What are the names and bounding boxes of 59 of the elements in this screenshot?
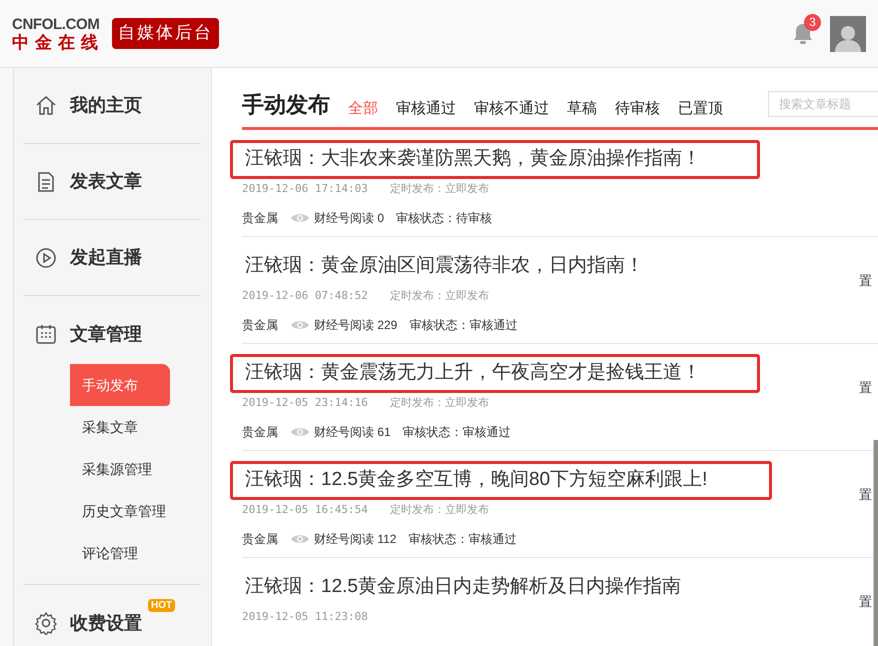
pin-link[interactable]: 置	[859, 487, 872, 503]
review-status: 审核状态：待审核	[396, 210, 492, 227]
highlighted-article-title[interactable]: 汪铱珚：黄金震荡无力上升，午夜高空才是捡钱王道！	[230, 354, 760, 392]
category-label: 贵金属	[242, 210, 278, 227]
sidebar-item[interactable]: 我的主页	[70, 92, 142, 119]
sidebar-home-icon	[34, 94, 58, 118]
review-status: 审核状态：审核通过	[408, 531, 516, 548]
notification-count: 3	[804, 14, 821, 30]
publish-time: 2019-12-06 17:14:03	[242, 180, 368, 196]
article-title[interactable]: 汪铱珚：12.5黄金原油日内走势解析及日内操作指南	[230, 568, 696, 606]
article-title[interactable]: 汪铱珚：黄金原油区间震荡待非农，日内指南！	[230, 247, 659, 286]
publish-time: 2019-12-05 23:14:16	[242, 394, 368, 410]
avatar[interactable]	[830, 16, 866, 52]
read-count: 财经号阅读 0	[314, 210, 384, 227]
filter-tab[interactable]: 审核通过	[396, 98, 456, 120]
category-label: 贵金属	[242, 424, 278, 441]
hot-badge: HOT	[148, 599, 176, 612]
review-status: 审核状态：审核通过	[409, 317, 518, 334]
sidebar-calendar-icon	[34, 322, 58, 346]
sidebar-subitem[interactable]: 采集源管理	[70, 448, 170, 490]
filter-tab[interactable]: 审核不通过	[474, 98, 549, 120]
sidebar-item[interactable]: 发表文章	[70, 168, 142, 195]
sidebar-subitem[interactable]: 评论管理	[70, 532, 170, 574]
category-label: 贵金属	[242, 531, 278, 548]
pin-link[interactable]: 置	[859, 273, 872, 289]
eye-icon	[290, 212, 310, 224]
logo: CNFOL.COM 中金在线	[12, 16, 104, 50]
sidebar-subitem[interactable]: 采集文章	[70, 406, 170, 448]
publish-time: 2019-12-05 11:23:08	[242, 608, 368, 624]
review-status: 审核状态：审核通过	[402, 424, 511, 441]
search-field[interactable]: 搜索文章标题	[768, 91, 878, 117]
schedule-text: 定时发布：立即发布	[390, 288, 489, 304]
filter-tab[interactable]: 草稿	[567, 98, 597, 120]
sidebar-item[interactable]: 收费设置	[70, 610, 142, 636]
schedule-text: 定时发布：立即发布	[390, 502, 489, 518]
sidebar-item[interactable]: 发起直播	[70, 244, 142, 271]
page-title: 手动发布	[242, 91, 330, 119]
sidebar-play-icon	[34, 246, 58, 270]
sidebar-settings-icon	[34, 611, 58, 635]
publish-time: 2019-12-06 07:48:52	[242, 288, 368, 304]
highlighted-article-title[interactable]: 汪铱珚：大非农来袭谨防黑天鹅，黄金原油操作指南！	[230, 140, 760, 178]
schedule-text: 定时发布：立即发布	[390, 396, 489, 410]
sidebar-item[interactable]: 文章管理	[70, 320, 142, 348]
eye-icon	[290, 319, 310, 331]
read-count: 财经号阅读 61	[314, 424, 391, 441]
sidebar-subitem[interactable]: 历史文章管理	[70, 490, 170, 532]
read-count: 财经号阅读 112	[314, 531, 396, 548]
eye-icon	[290, 533, 310, 545]
filter-tab[interactable]: 待审核	[615, 98, 660, 120]
pin-link[interactable]: 置	[859, 380, 872, 396]
category-label: 贵金属	[242, 317, 278, 334]
pin-link[interactable]: 置	[859, 594, 872, 610]
eye-icon	[290, 426, 310, 438]
section-badge: 自媒体后台	[112, 18, 219, 50]
filter-tab[interactable]: 已置顶	[678, 98, 723, 120]
highlighted-article-title[interactable]: 汪铱珚：12.5黄金多空互博，晚间80下方短空麻利跟上!	[230, 461, 772, 500]
publish-time: 2019-12-05 16:45:54	[242, 502, 368, 518]
schedule-text: 定时发布：立即发布	[390, 182, 489, 196]
read-count: 财经号阅读 229	[314, 317, 398, 334]
